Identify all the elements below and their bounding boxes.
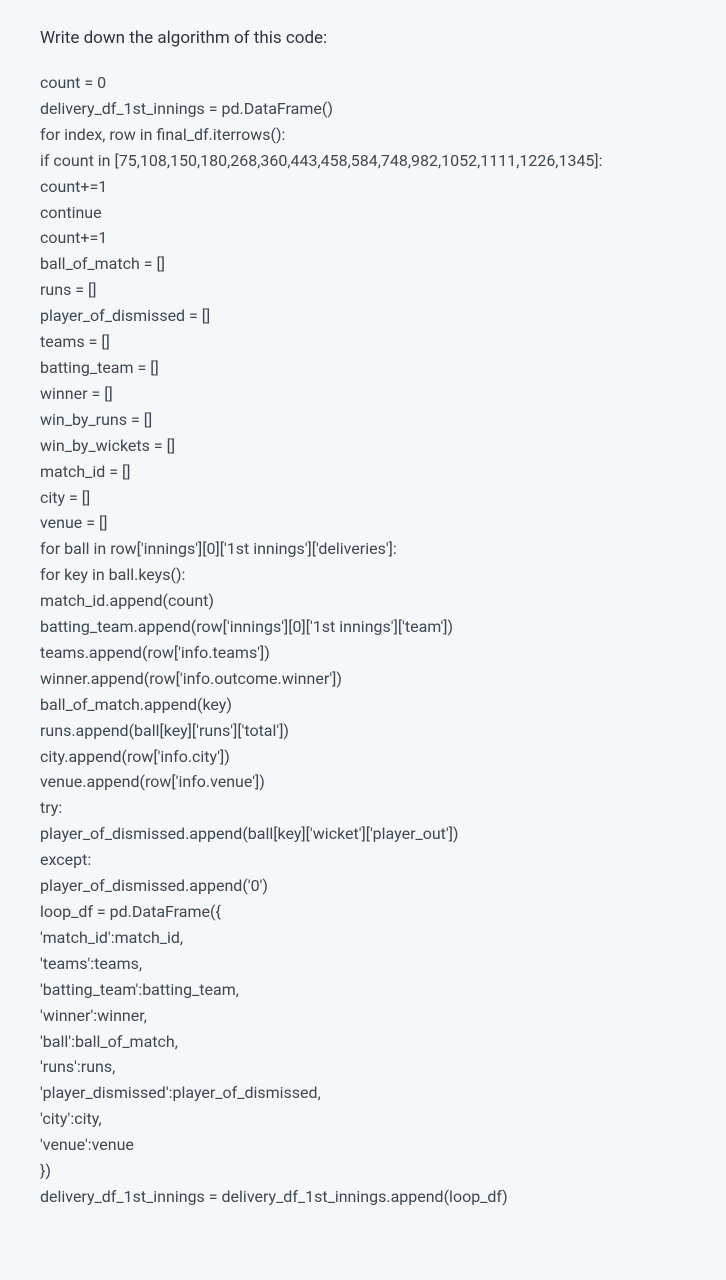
code-line: city.append(row['info.city']) bbox=[40, 744, 686, 770]
code-line: winner = [] bbox=[40, 381, 686, 407]
code-line: for ball in row['innings'][0]['1st innin… bbox=[40, 536, 686, 562]
code-line: 'match_id':match_id, bbox=[40, 925, 686, 951]
code-line: 'teams':teams, bbox=[40, 951, 686, 977]
code-line: batting_team.append(row['innings'][0]['1… bbox=[40, 614, 686, 640]
code-line: delivery_df_1st_innings = pd.DataFrame() bbox=[40, 96, 686, 122]
code-line: count+=1 bbox=[40, 174, 686, 200]
code-line: player_of_dismissed.append(ball[key]['wi… bbox=[40, 821, 686, 847]
code-line: batting_team = [] bbox=[40, 355, 686, 381]
code-line: venue.append(row['info.venue']) bbox=[40, 769, 686, 795]
code-line: for key in ball.keys(): bbox=[40, 562, 686, 588]
code-line: 'player_dismissed':player_of_dismissed, bbox=[40, 1080, 686, 1106]
code-line: win_by_wickets = [] bbox=[40, 433, 686, 459]
code-line: venue = [] bbox=[40, 510, 686, 536]
code-line: if count in [75,108,150,180,268,360,443,… bbox=[40, 148, 686, 174]
code-line: 'batting_team':batting_team, bbox=[40, 977, 686, 1003]
code-line: 'runs':runs, bbox=[40, 1054, 686, 1080]
code-line: ball_of_match.append(key) bbox=[40, 692, 686, 718]
code-line: try: bbox=[40, 795, 686, 821]
code-line: 'city':city, bbox=[40, 1106, 686, 1132]
code-line: 'ball':ball_of_match, bbox=[40, 1029, 686, 1055]
code-line: winner.append(row['info.outcome.winner']… bbox=[40, 666, 686, 692]
code-block: count = 0delivery_df_1st_innings = pd.Da… bbox=[40, 70, 686, 1210]
prompt-heading: Write down the algorithm of this code: bbox=[40, 28, 686, 48]
code-line: 'venue':venue bbox=[40, 1132, 686, 1158]
code-line: runs.append(ball[key]['runs']['total']) bbox=[40, 718, 686, 744]
code-line: 'winner':winner, bbox=[40, 1003, 686, 1029]
code-line: continue bbox=[40, 200, 686, 226]
code-line: delivery_df_1st_innings = delivery_df_1s… bbox=[40, 1184, 686, 1210]
code-line: loop_df = pd.DataFrame({ bbox=[40, 899, 686, 925]
code-line: win_by_runs = [] bbox=[40, 407, 686, 433]
code-line: count = 0 bbox=[40, 70, 686, 96]
code-line: city = [] bbox=[40, 485, 686, 511]
code-line: }) bbox=[40, 1158, 686, 1184]
code-line: for index, row in final_df.iterrows(): bbox=[40, 122, 686, 148]
code-line: player_of_dismissed = [] bbox=[40, 303, 686, 329]
code-line: ball_of_match = [] bbox=[40, 251, 686, 277]
code-line: runs = [] bbox=[40, 277, 686, 303]
code-line: teams = [] bbox=[40, 329, 686, 355]
code-line: player_of_dismissed.append('0') bbox=[40, 873, 686, 899]
code-line: match_id = [] bbox=[40, 459, 686, 485]
code-line: teams.append(row['info.teams']) bbox=[40, 640, 686, 666]
code-line: count+=1 bbox=[40, 225, 686, 251]
code-line: except: bbox=[40, 847, 686, 873]
code-line: match_id.append(count) bbox=[40, 588, 686, 614]
